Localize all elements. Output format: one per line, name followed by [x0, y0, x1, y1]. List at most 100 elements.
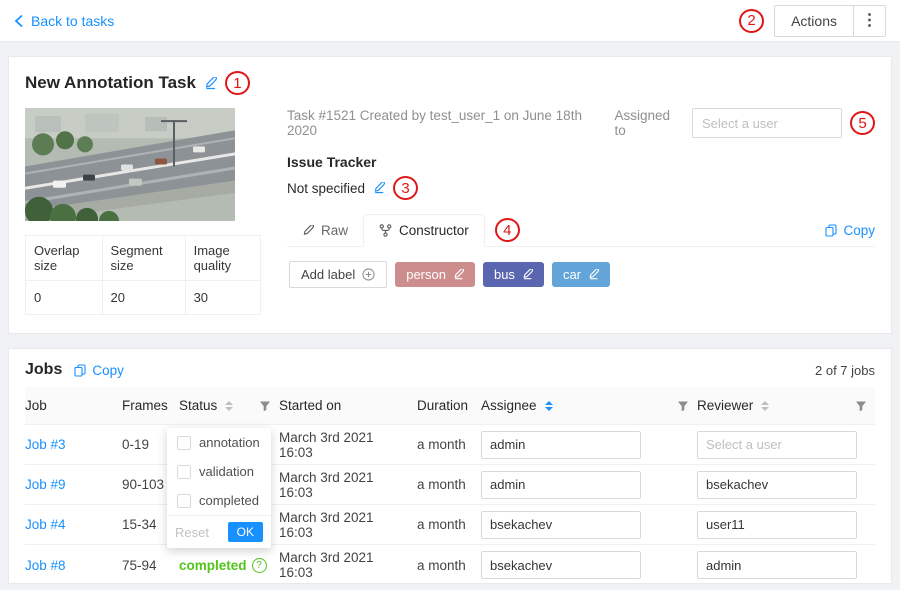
plus-circle-icon [362, 268, 375, 281]
col-started: Started on [279, 398, 341, 413]
branch-icon [379, 224, 392, 237]
filter-option-annotation[interactable]: annotation [167, 428, 271, 457]
edit-issue-tracker-icon[interactable] [373, 182, 385, 194]
add-label-button[interactable]: Add label [289, 261, 387, 288]
job-reviewer-input[interactable] [697, 471, 857, 499]
job-link[interactable]: Job #9 [25, 477, 66, 492]
col-frames: Frames [122, 398, 168, 413]
job-frames: 15-34 [122, 517, 157, 532]
pencil-icon [302, 225, 314, 237]
issue-tracker-title: Issue Tracker [287, 154, 875, 170]
col-duration: Duration [417, 398, 468, 413]
tab-constructor[interactable]: Constructor [363, 214, 485, 247]
jobs-table-header: Job Frames Status Started on Duration As… [25, 387, 875, 425]
filter-reset-button[interactable]: Reset [175, 525, 209, 540]
filter-option-validation[interactable]: validation [167, 457, 271, 486]
annotation-marker-4: 4 [495, 218, 520, 242]
actions-button-group: Actions ⋮ [774, 5, 886, 37]
job-started: March 3rd 2021 16:03 [279, 550, 409, 580]
filter-ok-button[interactable]: OK [228, 522, 263, 542]
tab-raw[interactable]: Raw [287, 215, 363, 246]
job-duration: a month [417, 517, 466, 532]
assignee-filter-icon[interactable] [677, 400, 689, 412]
actions-button[interactable]: Actions [774, 5, 854, 37]
job-frames: 90-103 [122, 477, 164, 492]
assigned-to-label: Assigned to [614, 108, 684, 138]
annotation-marker-3: 3 [393, 176, 418, 200]
job-row: Job #9 90-103 March 3rd 2021 16:03 a mon… [25, 465, 875, 505]
annotation-marker-1: 1 [225, 71, 250, 95]
edit-label-icon[interactable] [588, 269, 599, 280]
param-header-overlap: Overlap size [26, 236, 103, 281]
param-value-overlap: 0 [26, 281, 103, 315]
job-started: March 3rd 2021 16:03 [279, 470, 409, 500]
job-duration: a month [417, 558, 466, 573]
param-value-quality: 30 [185, 281, 260, 315]
param-header-segment: Segment size [102, 236, 185, 281]
job-row: Job #3 0-19 March 3rd 2021 16:03 a month [25, 425, 875, 465]
edit-task-name-icon[interactable] [204, 77, 217, 90]
job-reviewer-input[interactable] [697, 431, 857, 459]
job-link[interactable]: Job #3 [25, 437, 66, 452]
job-row: Job #4 15-34 March 3rd 2021 16:03 a mont… [25, 505, 875, 545]
copy-labels-link[interactable]: Copy [825, 223, 875, 246]
job-assignee-input[interactable] [481, 471, 641, 499]
issue-tracker-value: Not specified [287, 181, 365, 196]
task-parameters-table: Overlap size Segment size Image quality … [25, 235, 261, 315]
job-assignee-input[interactable] [481, 511, 641, 539]
top-navigation-bar: Back to tasks 2 Actions ⋮ [0, 0, 900, 42]
checkbox[interactable] [177, 465, 191, 479]
copy-icon [825, 224, 837, 237]
job-started: March 3rd 2021 16:03 [279, 430, 409, 460]
task-assignee-input[interactable] [692, 108, 842, 138]
copy-icon [74, 364, 86, 377]
labels-list: Add label person bus [287, 247, 875, 288]
jobs-card: Jobs Copy 2 of 7 jobs Job Frames Status … [8, 348, 892, 584]
jobs-title: Jobs [25, 361, 62, 379]
job-status: completed [179, 558, 247, 573]
status-filter-dropdown: annotation validation completed Reset OK [167, 428, 271, 548]
status-sorter-icon[interactable] [225, 401, 233, 411]
assignee-sorter-icon[interactable] [545, 401, 553, 411]
job-link[interactable]: Job #4 [25, 517, 66, 532]
job-reviewer-input[interactable] [697, 511, 857, 539]
filter-option-completed[interactable]: completed [167, 486, 271, 515]
param-value-segment: 20 [102, 281, 185, 315]
col-job: Job [25, 398, 47, 413]
label-chip-person[interactable]: person [395, 262, 475, 287]
reviewer-filter-icon[interactable] [855, 400, 867, 412]
edit-label-icon[interactable] [522, 269, 533, 280]
task-preview-image [25, 108, 235, 221]
jobs-count: 2 of 7 jobs [815, 363, 875, 378]
job-link[interactable]: Job #8 [25, 558, 66, 573]
job-frames: 0-19 [122, 437, 149, 452]
kebab-icon: ⋮ [862, 12, 878, 29]
job-reviewer-input[interactable] [697, 551, 857, 579]
col-status: Status [179, 398, 217, 413]
labels-editor-tabs: Raw Constructor 4 Copy [287, 214, 875, 247]
question-circle-icon[interactable]: ? [252, 558, 267, 573]
page-title: New Annotation Task [25, 73, 196, 93]
job-assignee-input[interactable] [481, 551, 641, 579]
job-row: Job #8 75-94 completed ? March 3rd 2021 … [25, 545, 875, 584]
job-started: March 3rd 2021 16:03 [279, 510, 409, 540]
more-menu-button[interactable]: ⋮ [854, 5, 886, 37]
back-to-tasks-link[interactable]: Back to tasks [14, 13, 114, 29]
back-to-tasks-label: Back to tasks [31, 13, 114, 29]
col-assignee: Assignee [481, 398, 537, 413]
param-header-quality: Image quality [185, 236, 260, 281]
status-filter-icon[interactable] [259, 400, 271, 412]
reviewer-sorter-icon[interactable] [761, 401, 769, 411]
annotation-marker-5: 5 [850, 111, 875, 135]
job-assignee-input[interactable] [481, 431, 641, 459]
annotation-marker-2: 2 [739, 9, 764, 33]
task-details-card: New Annotation Task 1 [8, 56, 892, 334]
task-meta-text: Task #1521 Created by test_user_1 on Jun… [287, 108, 614, 138]
copy-jobs-link[interactable]: Copy [74, 363, 124, 378]
label-chip-car[interactable]: car [552, 262, 610, 287]
checkbox[interactable] [177, 494, 191, 508]
label-chip-bus[interactable]: bus [483, 262, 544, 287]
checkbox[interactable] [177, 436, 191, 450]
job-duration: a month [417, 437, 466, 452]
edit-label-icon[interactable] [453, 269, 464, 280]
